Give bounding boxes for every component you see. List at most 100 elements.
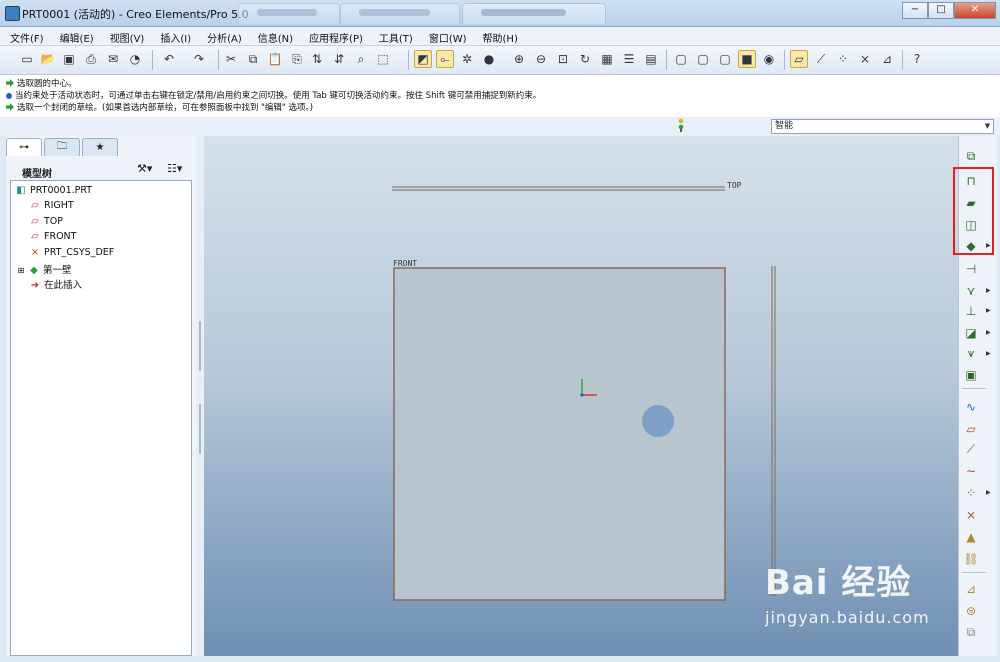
- save-icon[interactable]: ▣: [60, 50, 78, 68]
- datum-plane-icon: ▱: [31, 231, 39, 242]
- datum-axis-icon[interactable]: ⟋: [962, 441, 980, 458]
- maximize-button[interactable]: □: [928, 2, 954, 19]
- flatten-icon[interactable]: ▣: [962, 366, 980, 383]
- annotation-feature-icon[interactable]: ⊜: [962, 602, 980, 619]
- hidden-line-icon[interactable]: ▢: [694, 50, 712, 68]
- datum-plane-icon[interactable]: ▱: [962, 420, 980, 437]
- menu-tools[interactable]: 工具(T): [369, 27, 419, 45]
- context-help-icon[interactable]: ?: [908, 50, 926, 68]
- datum-points-display-icon[interactable]: ⁘: [834, 50, 852, 68]
- regenerate-manager-icon[interactable]: ⇵: [330, 50, 348, 68]
- zoom-out-icon[interactable]: ⊖: [532, 50, 550, 68]
- send-mail-icon[interactable]: ✉: [104, 50, 122, 68]
- tree-item-first-wall[interactable]: ⊞ ◆ 第一壁: [17, 262, 72, 276]
- sketch-tool-icon[interactable]: ⧉: [962, 148, 980, 165]
- flyout-arrow-icon[interactable]: ▶: [986, 329, 991, 336]
- saved-views-icon[interactable]: ▦: [598, 50, 616, 68]
- view-manager-icon[interactable]: ▤: [642, 50, 660, 68]
- sash-handle[interactable]: [199, 321, 201, 371]
- datum-planes-display-icon[interactable]: ▱: [790, 50, 808, 68]
- selection-filter-select[interactable]: 智能 ▼: [771, 119, 994, 134]
- zoom-in-icon[interactable]: ⊕: [510, 50, 528, 68]
- menu-edit[interactable]: 编辑(E): [50, 27, 100, 45]
- tree-settings-icon[interactable]: ⚒▾: [137, 162, 152, 175]
- background-tab[interactable]: [238, 3, 340, 24]
- menu-window[interactable]: 窗口(W): [419, 27, 473, 45]
- tree-item-right[interactable]: ▱ RIGHT: [29, 200, 74, 211]
- menu-applications[interactable]: 应用程序(P): [299, 27, 369, 45]
- annotation-icon[interactable]: ⊿: [962, 580, 980, 597]
- form-icon[interactable]: ⩛: [962, 345, 980, 362]
- sketch-view-icon[interactable]: ◩: [414, 50, 432, 68]
- enhanced-realism-icon[interactable]: ◉: [760, 50, 778, 68]
- tree-item-part[interactable]: ◧ PRT0001.PRT: [15, 185, 92, 196]
- merge-wall-icon[interactable]: ⋎: [962, 282, 980, 299]
- flyout-arrow-icon[interactable]: ▶: [986, 307, 991, 314]
- tree-item-csys[interactable]: ⨯ PRT_CSYS_DEF: [29, 247, 114, 258]
- refit-icon[interactable]: ⊡: [554, 50, 572, 68]
- datum-axes-display-icon[interactable]: ⟋: [812, 50, 830, 68]
- regeneration-status-icon[interactable]: [678, 118, 684, 132]
- background-tab[interactable]: [340, 3, 460, 24]
- menu-help[interactable]: 帮助(H): [473, 27, 524, 45]
- layers-icon[interactable]: ☰: [620, 50, 638, 68]
- undo-icon[interactable]: ↶: [160, 50, 178, 68]
- select-box-icon[interactable]: ⬚: [374, 50, 392, 68]
- menu-view[interactable]: 视图(V): [100, 27, 151, 45]
- csys-icon: ⨯: [30, 247, 40, 258]
- erase-icon[interactable]: ◔: [126, 50, 144, 68]
- wireframe-icon[interactable]: ▢: [672, 50, 690, 68]
- coordinate-system-icon[interactable]: ⨯: [962, 506, 980, 523]
- chevron-down-icon: ▼: [984, 122, 991, 130]
- bend-icon[interactable]: ⊥: [962, 302, 980, 319]
- tree-filters-icon[interactable]: ☷▾: [167, 162, 182, 175]
- regenerate-icon[interactable]: ⇅: [308, 50, 326, 68]
- analysis-icon[interactable]: ▲: [962, 528, 980, 545]
- menu-analysis[interactable]: 分析(A): [197, 27, 248, 45]
- flyout-arrow-icon[interactable]: ▶: [986, 350, 991, 357]
- datum-curve-icon[interactable]: ∿: [962, 398, 980, 415]
- close-button[interactable]: ✕: [954, 2, 996, 19]
- favorites-tab[interactable]: ★: [82, 138, 118, 156]
- unbend-icon[interactable]: ◪: [962, 324, 980, 341]
- copy-icon[interactable]: ⧉: [244, 50, 262, 68]
- panel-divider[interactable]: [196, 136, 204, 656]
- new-file-icon[interactable]: ▭: [18, 50, 36, 68]
- menu-insert[interactable]: 插入(I): [150, 27, 197, 45]
- folder-browser-tab[interactable]: 🗀: [44, 138, 80, 156]
- spin-center-icon[interactable]: ⟜: [436, 50, 454, 68]
- model-tree-title: 模型树: [22, 169, 52, 180]
- datum-point-icon[interactable]: ⁘: [962, 484, 980, 501]
- open-folder-icon[interactable]: 📂: [39, 50, 57, 68]
- model-tree-tab[interactable]: ⊶: [6, 138, 42, 156]
- background-tab[interactable]: [462, 3, 606, 24]
- paste-special-icon[interactable]: ⎘: [288, 50, 306, 68]
- expand-icon[interactable]: ⊞: [17, 266, 25, 275]
- sash-handle[interactable]: [199, 404, 201, 454]
- sketched-curve-icon[interactable]: ∼: [962, 462, 980, 479]
- annotation-display-icon[interactable]: ⊿: [878, 50, 896, 68]
- extra-tool-icon[interactable]: ⧉: [962, 624, 980, 641]
- reorient-icon[interactable]: ↻: [576, 50, 594, 68]
- menu-info[interactable]: 信息(N): [248, 27, 299, 45]
- menu-file[interactable]: 文件(F): [0, 27, 50, 45]
- minimize-button[interactable]: −: [902, 2, 928, 19]
- connect-icon[interactable]: ⛓: [962, 550, 980, 567]
- flyout-arrow-icon[interactable]: ▶: [986, 287, 991, 294]
- tree-icon: ⊶: [19, 142, 29, 153]
- csys-display-icon[interactable]: ⨯: [856, 50, 874, 68]
- tree-item-top[interactable]: ▱ TOP: [29, 216, 63, 227]
- shading-icon[interactable]: ■: [738, 50, 756, 68]
- appearance-sphere-icon[interactable]: ●: [480, 50, 498, 68]
- no-hidden-icon[interactable]: ▢: [716, 50, 734, 68]
- orient-mode-icon[interactable]: ✲: [458, 50, 476, 68]
- cut-icon[interactable]: ✂: [222, 50, 240, 68]
- redo-icon[interactable]: ↷: [190, 50, 208, 68]
- flyout-arrow-icon[interactable]: ▶: [986, 489, 991, 496]
- tree-item-insert-here[interactable]: ➜ 在此插入: [29, 277, 82, 291]
- tree-item-front[interactable]: ▱ FRONT: [29, 231, 76, 242]
- find-icon[interactable]: ⌕: [352, 50, 370, 68]
- paste-icon[interactable]: 📋: [266, 50, 284, 68]
- flange-wall-icon[interactable]: ⊣: [962, 260, 980, 277]
- print-icon[interactable]: ⎙: [82, 50, 100, 68]
